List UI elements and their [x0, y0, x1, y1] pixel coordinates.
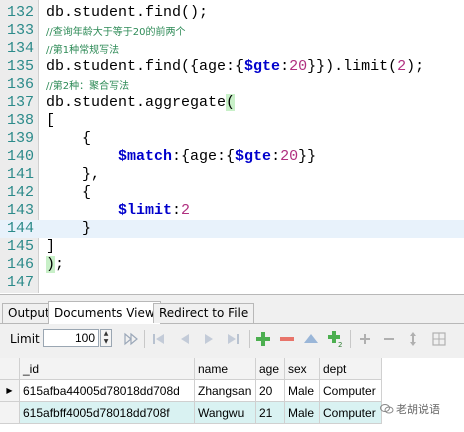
line-number: 135 [6, 58, 34, 75]
add-icon[interactable] [254, 330, 272, 348]
column-header-dept[interactable]: dept [320, 358, 382, 380]
toolbar-separator [350, 330, 351, 348]
line-number: 142 [6, 184, 34, 201]
last-page-icon[interactable] [224, 330, 242, 348]
code-line[interactable]: 147 [0, 274, 464, 292]
line-number: 139 [6, 130, 34, 147]
code-line[interactable]: 142 { [0, 184, 464, 202]
svg-text:2: 2 [338, 341, 342, 348]
cell-dept[interactable]: Computer [320, 402, 382, 424]
table-row[interactable]: ▶ 615afba44005d78018dd708d Zhangsan 20 M… [0, 380, 464, 402]
prev-page-icon[interactable] [176, 330, 194, 348]
code-line[interactable]: 143 $limit:2 [0, 202, 464, 220]
code-line[interactable]: 145 ] [0, 238, 464, 256]
spin-down-icon[interactable]: ▼ [101, 338, 111, 346]
line-number: 133 [6, 22, 34, 39]
cell-sex[interactable]: Male [285, 380, 320, 402]
column-header-sex[interactable]: sex [285, 358, 320, 380]
current-row-icon: ▶ [0, 380, 20, 402]
code-line[interactable]: 135 db.student.find({age:{$gte:20}}).lim… [0, 58, 464, 76]
cell-name[interactable]: Zhangsan [195, 380, 256, 402]
fast-forward-icon[interactable] [122, 330, 140, 348]
watermark-text: 老胡说语 [396, 403, 440, 416]
code-text: } [46, 220, 92, 237]
code-line[interactable]: 140 $match:{age:{$gte:20}} [0, 148, 464, 166]
line-number: 140 [6, 148, 34, 165]
code-text: $match:{age:{$gte:20}} [118, 148, 317, 165]
up-icon[interactable] [302, 330, 320, 348]
cell-id[interactable]: 615afba44005d78018dd708d [20, 380, 195, 402]
wechat-icon [380, 404, 394, 414]
code-text: ] [46, 238, 56, 255]
line-number: 138 [6, 112, 34, 129]
remove-icon[interactable] [278, 330, 296, 348]
column-header-name[interactable]: name [195, 358, 256, 380]
code-text: ); [46, 256, 65, 273]
code-line[interactable]: 139 { [0, 130, 464, 148]
cell-name[interactable]: Wangwu [195, 402, 256, 424]
arrows-icon[interactable] [404, 330, 422, 348]
add-two-icon[interactable]: 2 [326, 330, 344, 348]
row-indicator [0, 402, 20, 424]
code-text: $limit:2 [118, 202, 191, 219]
column-header-age[interactable]: age [256, 358, 285, 380]
grid-icon[interactable] [430, 330, 448, 348]
limit-label: Limit [10, 332, 40, 346]
results-grid[interactable]: _id name age sex dept ▶ 615afba44005d780… [0, 358, 464, 432]
line-number: 146 [6, 256, 34, 273]
code-editor[interactable]: 132 db.student.find(); 133 //查询年龄大于等于20的… [0, 0, 464, 293]
first-page-icon[interactable] [150, 330, 168, 348]
line-number: 147 [6, 274, 34, 291]
add-small-icon[interactable] [356, 330, 374, 348]
tab-bar: Output Documents View Redirect to File [0, 301, 464, 324]
grid-header-row: _id name age sex dept [0, 358, 464, 380]
remove-small-icon[interactable] [380, 330, 398, 348]
code-line[interactable]: 133 //查询年龄大于等于20的前两个 [0, 22, 464, 40]
limit-input[interactable]: 100 [43, 329, 99, 347]
tab-documents-view[interactable]: Documents View [48, 301, 161, 324]
code-text: db.student.find({age:{$gte:20}}).limit(2… [46, 58, 425, 75]
cell-dept[interactable]: Computer [320, 380, 382, 402]
code-text: db.student.find(); [46, 4, 209, 21]
spin-up-icon[interactable]: ▲ [101, 330, 111, 338]
cell-id[interactable]: 615afbff4005d78018dd708f [20, 402, 195, 424]
column-header-id[interactable]: _id [20, 358, 195, 380]
cell-age[interactable]: 20 [256, 380, 285, 402]
line-number: 136 [6, 76, 34, 93]
row-indicator-header [0, 358, 20, 380]
toolbar-separator [144, 330, 145, 348]
results-panel: Output Documents View Redirect to File L… [0, 294, 464, 432]
line-number: 132 [6, 4, 34, 21]
code-text: db.student.aggregate( [46, 94, 236, 111]
table-row-selected[interactable]: 615afbff4005d78018dd708f Wangwu 21 Male … [0, 402, 464, 424]
line-number: 143 [6, 202, 34, 219]
code-text: { [46, 184, 92, 201]
code-line[interactable]: 137 db.student.aggregate( [0, 94, 464, 112]
line-number: 134 [6, 40, 34, 57]
code-line[interactable]: 146 ); [0, 256, 464, 274]
code-text: { [46, 130, 92, 147]
code-line[interactable]: 132 db.student.find(); [0, 4, 464, 22]
line-number: 145 [6, 238, 34, 255]
code-text: }, [46, 166, 101, 183]
code-line[interactable]: 134 //第1种常规写法 [0, 40, 464, 58]
tab-redirect-to-file[interactable]: Redirect to File [153, 303, 255, 323]
next-page-icon[interactable] [200, 330, 218, 348]
limit-spinner[interactable]: ▲ ▼ [100, 329, 112, 347]
cell-sex[interactable]: Male [285, 402, 320, 424]
code-line[interactable]: 138 [ [0, 112, 464, 130]
line-number: 141 [6, 166, 34, 183]
toolbar-separator [249, 330, 250, 348]
code-line-current[interactable]: 144 } [0, 220, 464, 238]
cell-age[interactable]: 21 [256, 402, 285, 424]
code-line[interactable]: 136 //第2种：聚合写法 [0, 76, 464, 94]
code-line[interactable]: 141 }, [0, 166, 464, 184]
line-number: 144 [6, 220, 34, 237]
line-number: 137 [6, 94, 34, 111]
code-text: [ [46, 112, 56, 129]
